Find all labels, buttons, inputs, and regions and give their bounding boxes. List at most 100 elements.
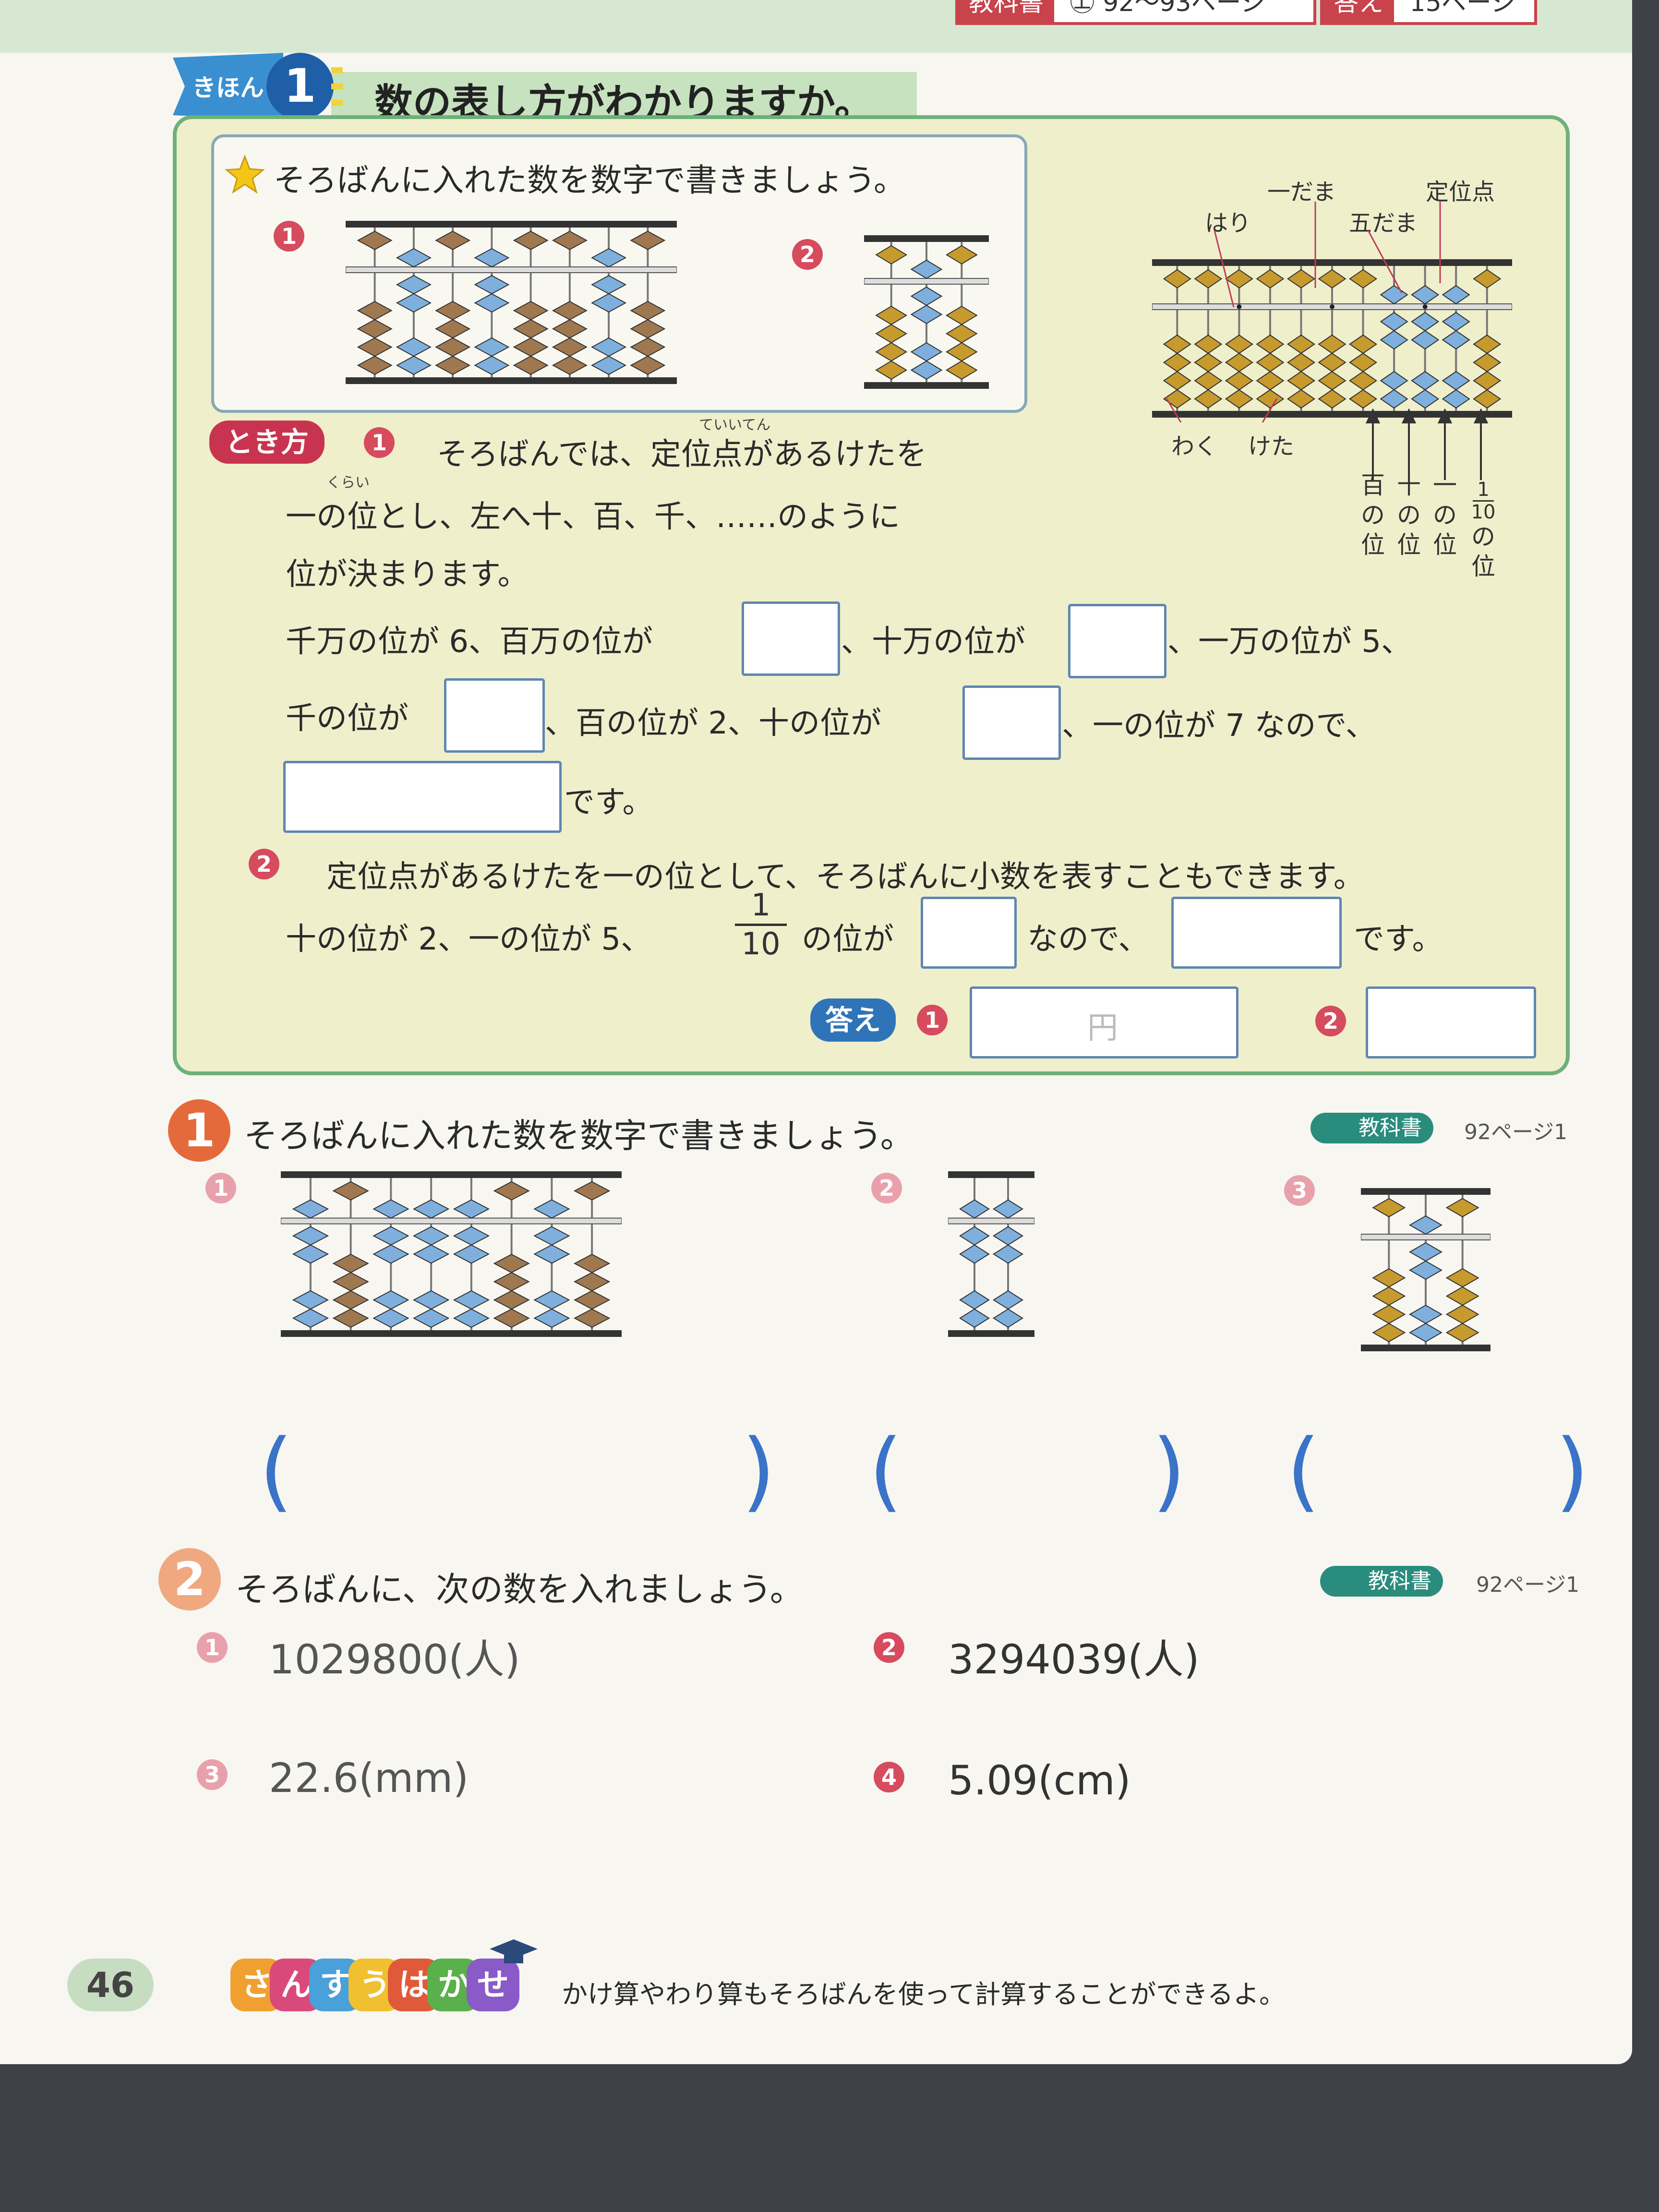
soroban-earth-bead <box>591 293 627 313</box>
tokikata-line5c: 、一の位が 7 なので、 <box>1062 708 1376 744</box>
textbook-tag: 教科書 <box>958 0 1055 22</box>
soroban-earth-bead <box>373 1226 409 1246</box>
tokikata-line4b: 、十万の位が <box>841 624 1025 660</box>
soroban-earth-bead <box>533 1244 570 1264</box>
soroban-earth-bead <box>493 1253 530 1274</box>
soroban-heaven-bead <box>630 230 666 250</box>
q1-answer-1-open[interactable]: ( <box>259 1421 293 1521</box>
answer-box-2[interactable] <box>1366 986 1536 1058</box>
tokikata-line6: です。 <box>564 785 653 820</box>
tokikata-num-1: 1 <box>364 427 395 458</box>
q1-answer-1-close[interactable]: ) <box>742 1421 775 1521</box>
tokikata-line4a: 千万の位が 6、百万の位が <box>286 624 653 660</box>
soroban-heaven-bead <box>573 1181 611 1201</box>
soroban-beam <box>1361 1234 1491 1240</box>
textbook-pages-box: 教科書 ㊤ 92〜93ページ <box>955 0 1316 25</box>
q2-item-2-value: 3294039(人) <box>948 1636 1200 1683</box>
soroban-earth-bead <box>1445 1286 1479 1306</box>
soroban-earth-bead <box>1445 1268 1479 1288</box>
soroban-heaven-bead <box>1409 1215 1443 1235</box>
soroban-earth-bead <box>332 1253 369 1274</box>
blank-millions[interactable] <box>742 601 840 676</box>
soroban-earth-bead <box>412 1226 450 1246</box>
soroban-earth-bead <box>533 1226 570 1246</box>
tokikata-num-2: 2 <box>249 849 279 879</box>
fraction-den: 10 <box>741 926 781 962</box>
blank-number-2[interactable] <box>1171 897 1342 969</box>
soroban-earth-bead <box>910 360 943 380</box>
q2-textbook-tag[interactable]: 教科書 <box>1320 1566 1443 1597</box>
fraction-num: 1 <box>751 888 771 923</box>
soroban-earth-bead <box>910 342 943 362</box>
soroban-frame-bottom <box>281 1330 622 1337</box>
soroban-frame-top <box>281 1171 622 1178</box>
soroban-earth-bead <box>357 337 393 357</box>
blank-number-1[interactable] <box>283 761 562 833</box>
diagram-leader-lines <box>1166 202 1489 480</box>
soroban-example-1 <box>346 221 677 384</box>
soroban-earth-bead <box>573 1308 611 1328</box>
q1-answer-3-close[interactable]: ) <box>1555 1421 1589 1521</box>
soroban-earth-bead <box>513 319 549 339</box>
soroban-frame-top <box>1361 1188 1491 1195</box>
soroban-earth-bead <box>1409 1304 1443 1324</box>
soroban-earth-bead <box>435 337 471 357</box>
soroban-earth-bead <box>1372 1286 1406 1306</box>
soroban-earth-bead <box>412 1308 450 1328</box>
page-number: 46 <box>67 1959 154 2011</box>
soroban-earth-bead <box>552 337 588 357</box>
q1-number: 1 <box>168 1099 230 1162</box>
answer-tag: 答え <box>1323 0 1395 22</box>
soroban-heaven-bead <box>292 1199 329 1219</box>
blank-thousands[interactable] <box>444 678 545 753</box>
q1-answer-3-open[interactable]: ( <box>1286 1421 1320 1521</box>
q2-textbook-ref: 92ページ1 <box>1476 1573 1580 1597</box>
q1-textbook-tag[interactable]: 教科書 <box>1310 1113 1433 1143</box>
blank-hundred-thousands[interactable] <box>1068 604 1166 678</box>
problem-num-2: 2 <box>792 239 823 270</box>
soroban-heaven-bead <box>591 248 627 268</box>
soroban-frame-top <box>346 221 677 228</box>
soroban-earth-bead <box>910 304 943 325</box>
soroban-earth-bead <box>959 1226 990 1246</box>
tokikata-line5b: 、百の位が 2、十の位が <box>545 706 882 741</box>
soroban-earth-bead <box>1409 1322 1443 1343</box>
soroban-heaven-bead <box>396 248 432 268</box>
ruby-kurai: くらい <box>326 474 370 491</box>
soroban-earth-bead <box>292 1308 329 1328</box>
textbook-pages: ㊤ 92〜93ページ <box>1070 0 1266 17</box>
footer-tip: かけ算やわり算もそろばんを使って計算することができるよ。 <box>562 1979 1286 2009</box>
soroban-earth-bead <box>435 319 471 339</box>
q1-answer-2-close[interactable]: ) <box>1152 1421 1186 1521</box>
soroban-earth-bead <box>1445 1304 1479 1324</box>
soroban-earth-bead <box>474 293 510 313</box>
soroban-earth-bead <box>513 355 549 375</box>
soroban-heaven-bead <box>533 1199 570 1219</box>
soroban-heaven-bead <box>1445 1198 1479 1217</box>
soroban-earth-bead <box>373 1290 409 1310</box>
place-ichi: 一の位 <box>1433 471 1457 559</box>
blank-tens[interactable] <box>962 685 1061 760</box>
soroban-earth-bead <box>453 1244 490 1264</box>
soroban-earth-bead <box>993 1308 1023 1328</box>
tokikata-p1-line3: 位が決まります。 <box>286 557 529 592</box>
soroban-earth-bead <box>1409 1242 1443 1262</box>
soroban-earth-bead <box>493 1272 530 1292</box>
tokikata-p2-line2c: なので、 <box>1027 922 1149 957</box>
soroban-earth-bead <box>630 355 666 375</box>
soroban-earth-bead <box>453 1308 490 1328</box>
soroban-earth-bead <box>474 355 510 375</box>
soroban-earth-bead <box>959 1290 990 1310</box>
soroban-earth-bead <box>357 319 393 339</box>
tokikata-p2-line1: 定位点があるけたを一の位として、そろばんに小数を表すこともできます。 <box>326 859 1364 895</box>
soroban-earth-bead <box>552 319 588 339</box>
answer-box-1[interactable]: 円 <box>970 986 1238 1058</box>
blank-tenths[interactable] <box>921 897 1017 969</box>
place-tenth-den: 10 <box>1471 501 1496 523</box>
soroban-heaven-bead <box>875 245 908 264</box>
q1-answer-2-open[interactable]: ( <box>869 1421 902 1521</box>
soroban-frame-bottom <box>948 1330 1034 1337</box>
soroban-earth-bead <box>533 1290 570 1310</box>
soroban-earth-bead <box>453 1290 490 1310</box>
soroban-earth-bead <box>993 1244 1023 1264</box>
